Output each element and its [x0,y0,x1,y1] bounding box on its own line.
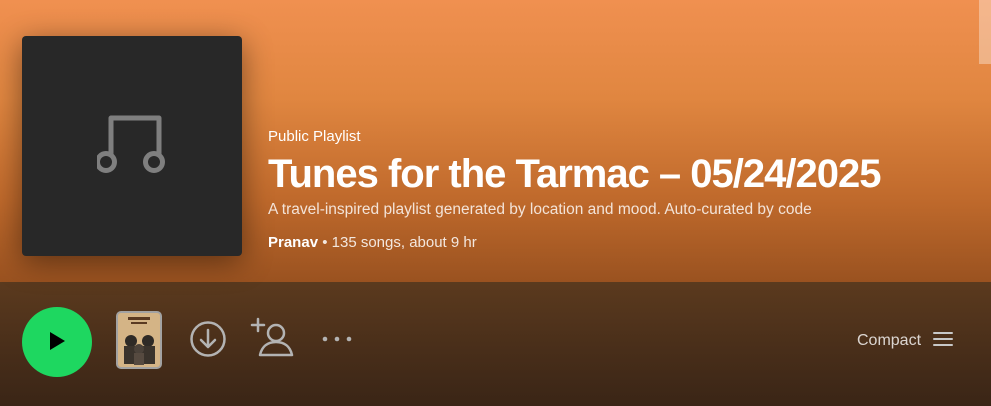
playlist-byline: Pranav • 135 songs, about 9 hr [268,234,477,251]
more-options-icon [320,331,356,350]
scrollbar-thumb[interactable] [979,0,991,64]
album-cover-thumbnail[interactable] [116,311,162,369]
play-icon [46,329,68,356]
page-title[interactable]: Tunes for the Tarmac – 05/24/2025 [268,150,881,198]
playlist-description: A travel-inspired playlist generated by … [268,201,812,218]
playlist-stats: • 135 songs, about 9 hr [318,234,477,251]
add-collaborator-icon [250,317,294,362]
add-collaborator-button[interactable] [250,317,294,362]
owner-link[interactable]: Pranav [268,234,318,251]
view-mode-label: Compact [857,332,922,349]
playlist-type-label: Public Playlist [268,128,361,145]
playlist-cover[interactable] [22,36,242,256]
more-options-button[interactable] [320,332,356,348]
view-mode-toggle[interactable]: Compact [857,328,954,354]
play-button[interactable] [22,307,92,377]
download-circle-icon [189,320,227,361]
list-lines-icon [933,331,954,352]
download-button[interactable] [189,320,227,361]
music-note-icon [95,112,167,181]
